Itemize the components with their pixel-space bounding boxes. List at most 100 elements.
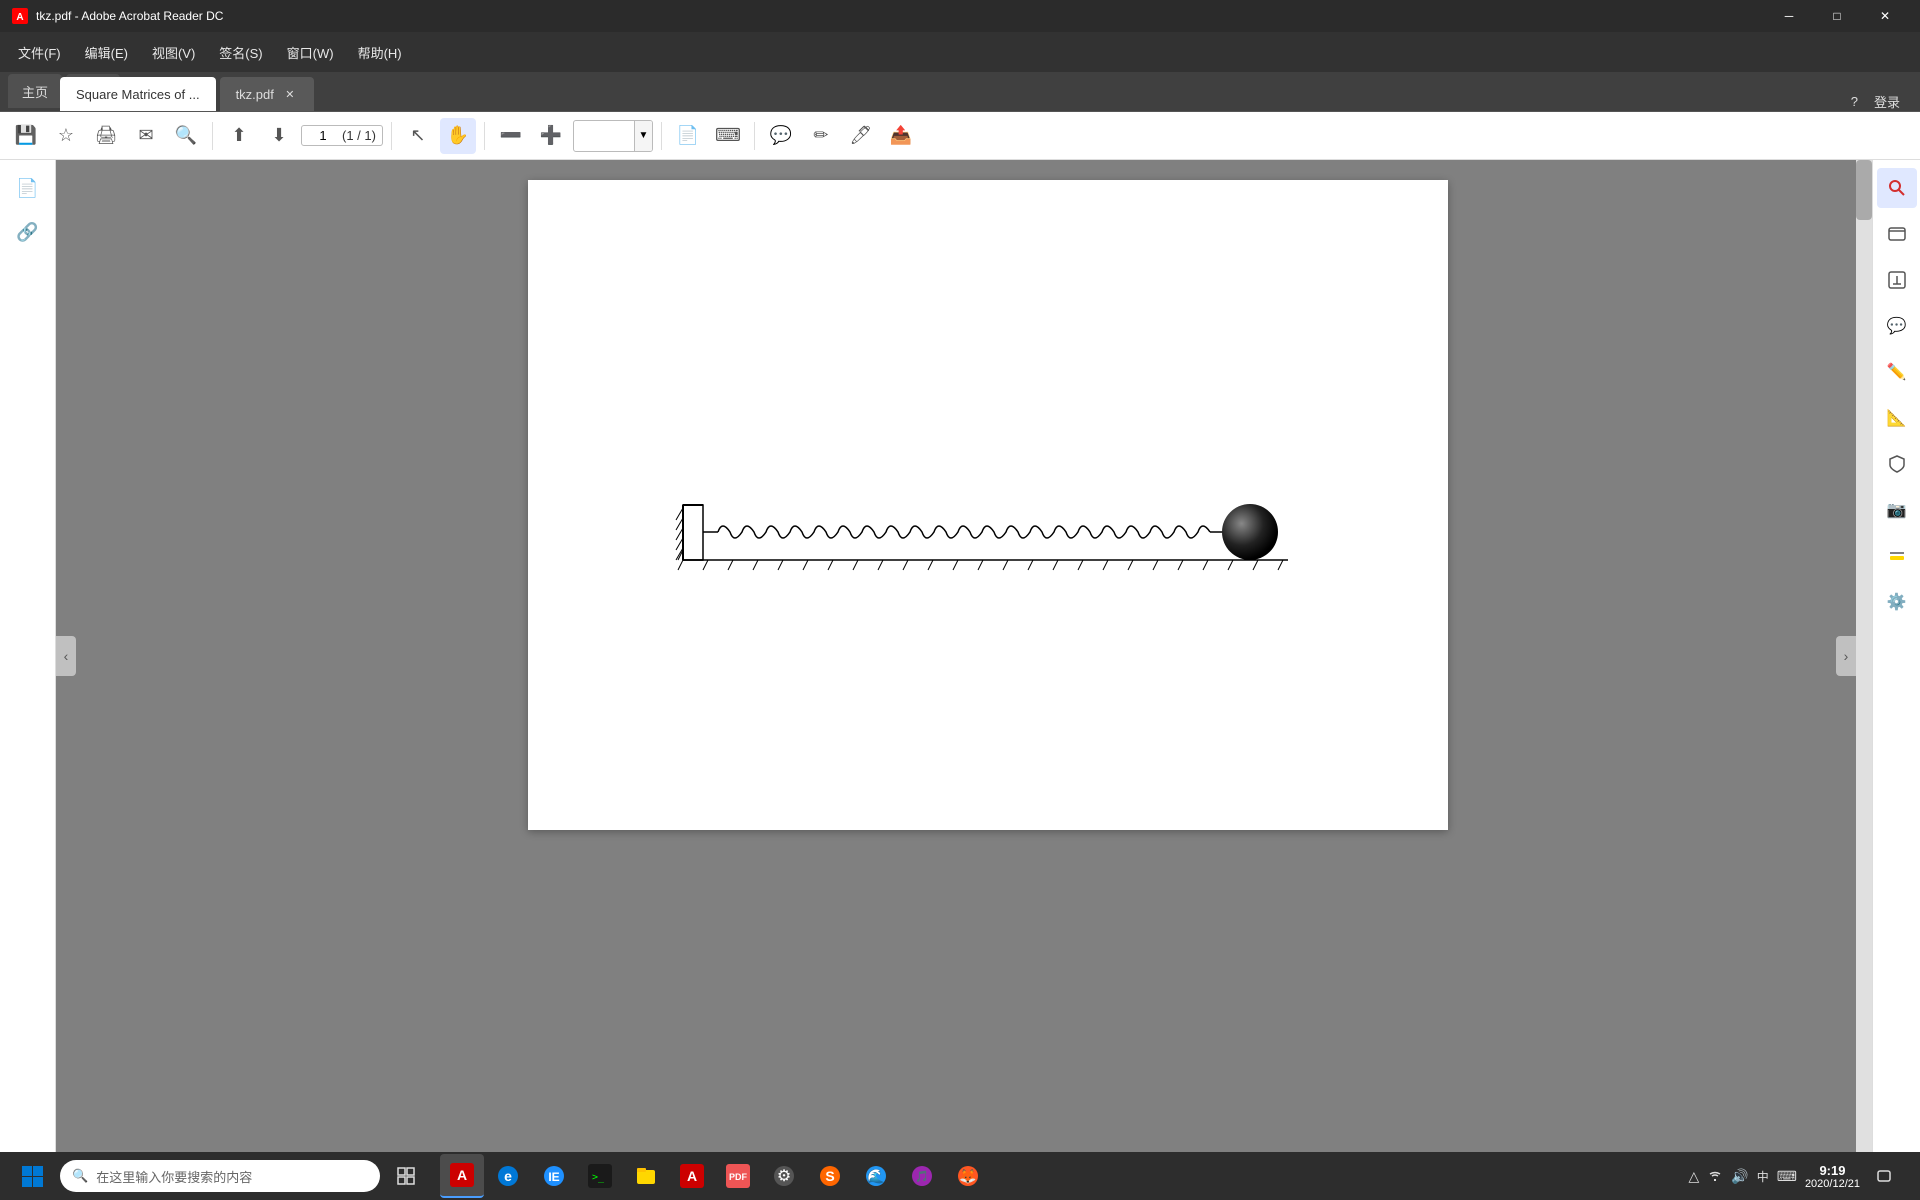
right-measure-button[interactable]: 📐 <box>1877 398 1917 438</box>
task-view-button[interactable] <box>384 1154 428 1198</box>
right-settings-button[interactable]: ⚙️ <box>1877 582 1917 622</box>
login-button[interactable]: 登录 <box>1874 92 1900 111</box>
collapse-left-button[interactable]: ‹ <box>56 636 76 676</box>
taskbar-app-edge[interactable]: e <box>486 1154 530 1198</box>
taskbar-app-sogou[interactable]: S <box>808 1154 852 1198</box>
close-button[interactable]: ✕ <box>1862 0 1908 32</box>
taskbar-app-app3[interactable]: 🎵 <box>900 1154 944 1198</box>
bookmark-button[interactable]: ☆ <box>48 118 84 154</box>
draw-button[interactable]: ✏ <box>803 118 839 154</box>
maximize-button[interactable]: □ <box>1814 0 1860 32</box>
comment-button[interactable]: 💬 <box>763 118 799 154</box>
taskbar-search-text: 在这里输入你要搜索的内容 <box>96 1167 252 1186</box>
taskbar-app-cmd[interactable]: >_ <box>578 1154 622 1198</box>
right-search-button[interactable] <box>1877 168 1917 208</box>
select-tool[interactable]: ↖ <box>400 118 436 154</box>
taskbar-apps: A e IE >_ <box>432 1154 1684 1198</box>
taskbar-app-app2[interactable]: 🌊 <box>854 1154 898 1198</box>
links-panel-button[interactable]: 🔗 <box>8 212 48 252</box>
keyboard-icon[interactable]: ⌨ <box>1777 1168 1797 1185</box>
view-scroll-button[interactable]: ⌨ <box>710 118 746 154</box>
menu-file[interactable]: 文件(F) <box>8 39 71 66</box>
taskbar-app-ie[interactable]: IE <box>532 1154 576 1198</box>
zoom-out-button[interactable]: ➖ <box>493 118 529 154</box>
print-button[interactable]: 🖨 <box>88 118 124 154</box>
view-mode-button[interactable]: 📄 <box>670 118 706 154</box>
right-comment-button[interactable]: 💬 <box>1877 306 1917 346</box>
toolbar: 💾 ☆ 🖨 ✉ 🔍 ⬆ ⬇ 1 (1 / 1) ↖ ✋ ➖ ➕ 153% ▼ 📄… <box>0 112 1920 160</box>
spring-diagram <box>678 485 1298 585</box>
acrobat-icon: A <box>450 1163 474 1187</box>
tab-square-matrices[interactable]: Square Matrices of ... <box>60 77 216 111</box>
minimize-button[interactable]: ─ <box>1766 0 1812 32</box>
menu-view[interactable]: 视图(V) <box>142 39 205 66</box>
acrobat2-icon: A <box>680 1164 704 1188</box>
input-icon[interactable]: 中 <box>1757 1168 1769 1185</box>
taskbar-app-game[interactable]: ⚙ <box>762 1154 806 1198</box>
pages-panel-button[interactable]: 📄 <box>8 168 48 208</box>
taskbar: 🔍 在这里输入你要搜索的内容 A e <box>0 1152 1920 1200</box>
taskbar-app-acrobat2[interactable]: A <box>670 1154 714 1198</box>
taskbar-app-files[interactable] <box>624 1154 668 1198</box>
svg-text:A: A <box>687 1168 697 1184</box>
tab-bar: 主页 工具 Square Matrices of ... tkz.pdf ✕ ?… <box>0 72 1920 112</box>
adobe-icon: A <box>12 8 28 24</box>
prev-page-button[interactable]: ⬆ <box>221 118 257 154</box>
scroll-bar-v[interactable] <box>1856 160 1872 1152</box>
title-bar-text: tkz.pdf - Adobe Acrobat Reader DC <box>36 9 223 23</box>
right-highlight-button[interactable] <box>1877 536 1917 576</box>
right-export-icon <box>1887 270 1907 290</box>
content-area[interactable] <box>56 160 1920 1152</box>
tab-label-square: Square Matrices of ... <box>76 87 200 102</box>
tab-tkz[interactable]: tkz.pdf ✕ <box>220 77 314 111</box>
menu-sign[interactable]: 签名(S) <box>209 39 272 66</box>
zoom-in-button[interactable]: ➕ <box>533 118 569 154</box>
help-button[interactable]: ? <box>1851 94 1858 109</box>
main-layout: 📄 🔗 ‹ <box>0 160 1920 1152</box>
right-scan-button[interactable]: 📷 <box>1877 490 1917 530</box>
start-button[interactable] <box>8 1152 56 1200</box>
taskbar-clock[interactable]: 9:19 2020/12/21 <box>1805 1163 1860 1190</box>
ie-icon: IE <box>542 1164 566 1188</box>
scroll-thumb-v[interactable] <box>1856 160 1872 220</box>
home-tab[interactable]: 主页 <box>8 74 62 108</box>
left-wall-hatch <box>676 505 703 560</box>
zoom-dropdown[interactable]: ▼ <box>634 121 652 151</box>
zoom-input[interactable]: 153% <box>574 124 634 147</box>
page-nav[interactable]: 1 (1 / 1) <box>301 125 383 146</box>
hand-tool[interactable]: ✋ <box>440 118 476 154</box>
sep4 <box>661 122 662 150</box>
left-sidebar: 📄 🔗 <box>0 160 56 1152</box>
wifi-icon[interactable] <box>1707 1167 1723 1186</box>
highlight-button[interactable]: 🖊 <box>843 118 879 154</box>
search-button[interactable]: 🔍 <box>168 118 204 154</box>
taskbar-app-pdf[interactable]: PDF <box>716 1154 760 1198</box>
next-page-button[interactable]: ⬇ <box>261 118 297 154</box>
ball <box>1222 504 1278 560</box>
spring-coils <box>703 526 1226 538</box>
page-total: (1 / 1) <box>342 128 376 143</box>
tab-bar-right: ? 登录 <box>314 92 1920 111</box>
zoom-control[interactable]: 153% ▼ <box>573 120 653 152</box>
notification-button[interactable] <box>1868 1160 1900 1192</box>
menu-help[interactable]: 帮助(H) <box>348 39 412 66</box>
menu-window[interactable]: 窗口(W) <box>277 39 344 66</box>
page-number-input[interactable]: 1 <box>308 128 338 143</box>
tab-close-tkz[interactable]: ✕ <box>282 86 298 102</box>
right-security-icon <box>1887 454 1907 474</box>
menu-edit[interactable]: 编辑(E) <box>75 39 138 66</box>
right-export-button[interactable] <box>1877 260 1917 300</box>
right-security-button[interactable] <box>1877 444 1917 484</box>
collapse-right-button[interactable]: › <box>1836 636 1856 676</box>
save-button[interactable]: 💾 <box>8 118 44 154</box>
export-button[interactable]: 📤 <box>883 118 919 154</box>
right-share-button[interactable] <box>1877 214 1917 254</box>
volume-icon[interactable]: 🔊 <box>1731 1168 1748 1185</box>
taskbar-app-app4[interactable]: 🦊 <box>946 1154 990 1198</box>
network-icon[interactable]: △ <box>1688 1168 1699 1185</box>
email-button[interactable]: ✉ <box>128 118 164 154</box>
taskbar-search[interactable]: 🔍 在这里输入你要搜索的内容 <box>60 1160 380 1192</box>
taskbar-app-acrobat[interactable]: A <box>440 1154 484 1198</box>
right-edit-button[interactable]: ✏️ <box>1877 352 1917 392</box>
edge-icon: e <box>496 1164 520 1188</box>
